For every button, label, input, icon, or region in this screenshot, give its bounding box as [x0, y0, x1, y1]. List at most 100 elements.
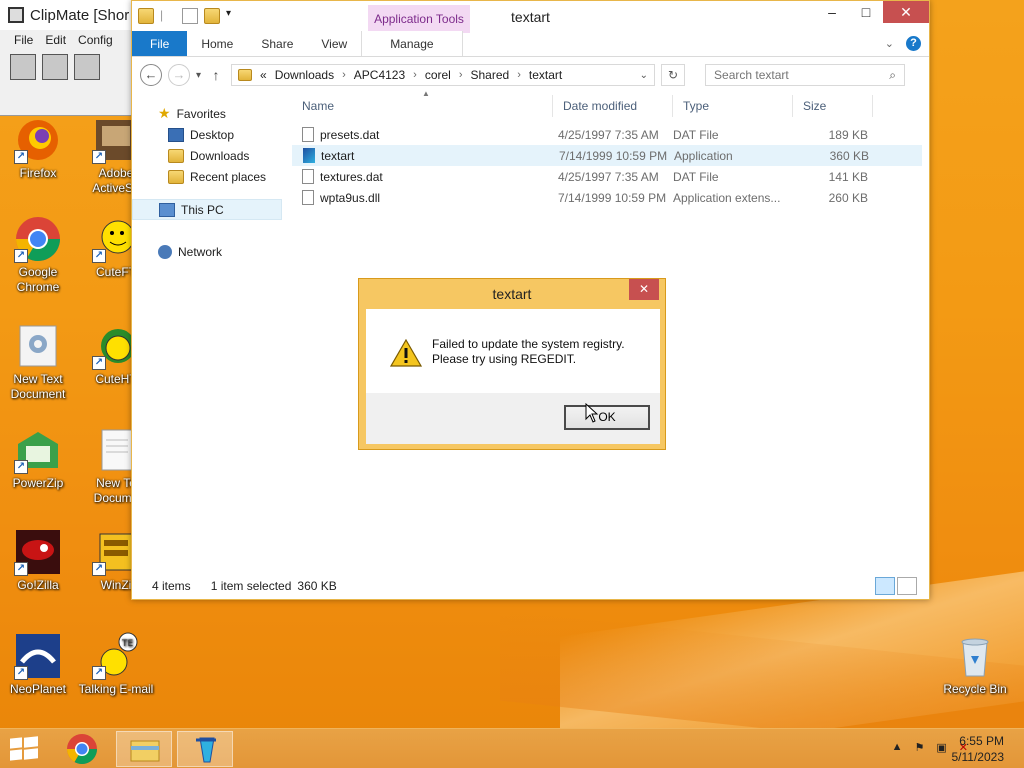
chevron-down-icon[interactable]: ⌄ — [640, 70, 648, 81]
desktop-icon-label: PowerZip — [12, 476, 64, 490]
file-row[interactable]: textures.dat 4/25/1997 7:35 AM DAT File … — [292, 166, 922, 187]
clipmate-menu-config[interactable]: Config — [78, 33, 113, 50]
clock[interactable]: 6:55 PM 5/11/2023 — [952, 733, 1005, 765]
nav-item-favorites[interactable]: ★ Favorites — [132, 103, 282, 124]
folder-icon — [238, 69, 253, 81]
sort-ascending-icon: ▲ — [422, 89, 430, 98]
clipmate-window[interactable]: ClipMate [Shor File Edit Config — [0, 0, 132, 116]
desktop-icon — [168, 127, 184, 142]
file-row-selected[interactable]: textart 7/14/1999 10:59 PM Application 3… — [292, 145, 922, 166]
file-row[interactable]: wpta9us.dll 7/14/1999 10:59 PM Applicati… — [292, 187, 922, 208]
file-type: Application — [674, 148, 733, 163]
desktop-icon-label: NeoPlanet — [9, 682, 67, 696]
breadcrumb-separator-icon[interactable]: › — [517, 69, 521, 81]
clock-time: 6:55 PM — [959, 734, 1004, 748]
nav-item-desktop[interactable]: Desktop — [132, 124, 282, 145]
clipmate-title-bar[interactable]: ClipMate [Shor — [0, 0, 131, 30]
textart-app-icon — [196, 737, 216, 763]
nav-item-this-pc[interactable]: This PC — [132, 199, 282, 220]
file-name: textures.dat — [320, 169, 383, 184]
taskbar-file-explorer-button[interactable] — [116, 731, 172, 767]
column-headers: ▲ Name Date modified Type Size — [292, 89, 922, 117]
search-input[interactable] — [714, 68, 875, 82]
address-bar[interactable]: « Downloads › APC4123 › corel › Shared ›… — [231, 64, 656, 86]
start-button[interactable] — [10, 736, 38, 761]
desktop-icon-new-text-document[interactable]: New Text Document — [0, 322, 76, 402]
back-button[interactable]: ← — [140, 64, 162, 86]
taskbar-textart-button[interactable] — [177, 731, 233, 767]
column-date-modified[interactable]: Date modified — [553, 95, 673, 117]
minimize-button[interactable]: – — [815, 1, 849, 23]
breadcrumb-textart[interactable]: textart — [529, 68, 562, 82]
tab-view[interactable]: View — [307, 31, 361, 56]
clipmate-menu-file[interactable]: File — [14, 33, 33, 50]
details-view-icon[interactable] — [875, 577, 895, 595]
clock-date: 5/11/2023 — [951, 750, 1005, 764]
tab-manage[interactable]: Manage — [361, 31, 463, 56]
file-row[interactable]: presets.dat 4/25/1997 7:35 AM DAT File 1… — [292, 124, 922, 145]
warning-icon — [390, 339, 422, 367]
dialog-close-button[interactable]: ✕ — [629, 279, 659, 300]
folder-icon — [130, 740, 160, 762]
network-icon[interactable]: ▣ — [936, 741, 946, 754]
nav-item-label: Network — [178, 244, 223, 259]
expand-ribbon-icon[interactable]: ⌄ — [885, 37, 894, 50]
dialog-button-area: OK — [366, 393, 660, 444]
file-type: DAT File — [673, 127, 719, 142]
clipmate-toolbar-power-icon[interactable] — [10, 54, 36, 80]
forward-button[interactable]: → — [168, 64, 190, 86]
help-icon[interactable]: ? — [906, 36, 921, 51]
large-icons-view-icon[interactable] — [897, 577, 917, 595]
desktop-icon-firefox[interactable]: ↗ Firefox — [0, 116, 76, 181]
breadcrumb-corel[interactable]: corel — [425, 68, 451, 82]
taskbar-chrome-button[interactable] — [54, 731, 110, 767]
tab-home[interactable]: Home — [187, 31, 247, 56]
refresh-button[interactable]: ↻ — [661, 64, 686, 86]
column-size[interactable]: Size — [793, 95, 873, 117]
column-name[interactable]: Name — [292, 95, 553, 117]
error-dialog[interactable]: textart ✕ Failed to update the system re… — [358, 278, 666, 450]
chrome-icon — [67, 734, 97, 765]
downloads-folder-icon — [168, 148, 184, 163]
gozilla-icon: ↗ — [14, 528, 62, 576]
desktop-icon-label: Recycle Bin — [943, 682, 1007, 696]
column-type[interactable]: Type — [673, 95, 793, 117]
show-hidden-icons-icon[interactable]: ▲ — [892, 741, 903, 754]
dialog-message-area: Failed to update the system registry. Pl… — [366, 309, 660, 393]
action-center-flag-icon[interactable]: ⚑ — [915, 741, 925, 754]
nav-item-network[interactable]: Network — [132, 241, 282, 262]
breadcrumb-shared[interactable]: Shared — [471, 68, 510, 82]
desktop-icon-chrome[interactable]: ↗ Google Chrome — [0, 215, 76, 295]
desktop-icon-talking-email[interactable]: TE ↗ Talking E-mail — [78, 632, 154, 697]
explorer-title-bar[interactable]: | ▾ Application Tools textart – □ ✕ — [132, 1, 929, 33]
breadcrumb-separator-icon[interactable]: › — [342, 69, 346, 81]
nav-item-recent-places[interactable]: Recent places — [132, 166, 282, 187]
clipmate-toolbar-print-icon[interactable] — [74, 54, 100, 80]
up-button[interactable]: ↑ — [207, 67, 225, 83]
nav-item-label: Favorites — [176, 106, 226, 121]
clipmate-menu-edit[interactable]: Edit — [45, 33, 66, 50]
desktop-icon-powerzip[interactable]: ↗ PowerZip — [0, 426, 76, 491]
dialog-title: textart — [492, 286, 532, 302]
breadcrumb-separator-icon[interactable]: › — [459, 69, 463, 81]
firefox-icon: ↗ — [14, 116, 62, 164]
clipmate-toolbar-edit-icon[interactable] — [42, 54, 68, 80]
search-icon[interactable]: ⌕ — [889, 68, 896, 83]
maximize-button[interactable]: □ — [849, 1, 883, 23]
desktop-icon-gozilla[interactable]: ↗ Go!Zilla — [0, 528, 76, 593]
tab-file[interactable]: File — [132, 31, 188, 56]
desktop-icon-recycle-bin[interactable]: Recycle Bin — [937, 632, 1013, 697]
dialog-body: Failed to update the system registry. Pl… — [366, 309, 660, 444]
nav-item-downloads[interactable]: Downloads — [132, 145, 282, 166]
breadcrumb-apc4123[interactable]: APC4123 — [354, 68, 405, 82]
desktop-icon-neoplanet[interactable]: ↗ NeoPlanet — [0, 632, 76, 697]
tab-share[interactable]: Share — [247, 31, 307, 56]
breadcrumb-overflow[interactable]: « — [260, 68, 267, 82]
file-date: 4/25/1997 7:35 AM — [558, 127, 659, 142]
close-button[interactable]: ✕ — [883, 1, 929, 23]
ok-button[interactable]: OK — [564, 405, 650, 430]
search-box[interactable]: ⌕ — [705, 64, 906, 86]
breadcrumb-separator-icon[interactable]: › — [413, 69, 417, 81]
recent-locations-icon[interactable]: ▾ — [196, 70, 201, 81]
breadcrumb-downloads[interactable]: Downloads — [275, 68, 334, 82]
